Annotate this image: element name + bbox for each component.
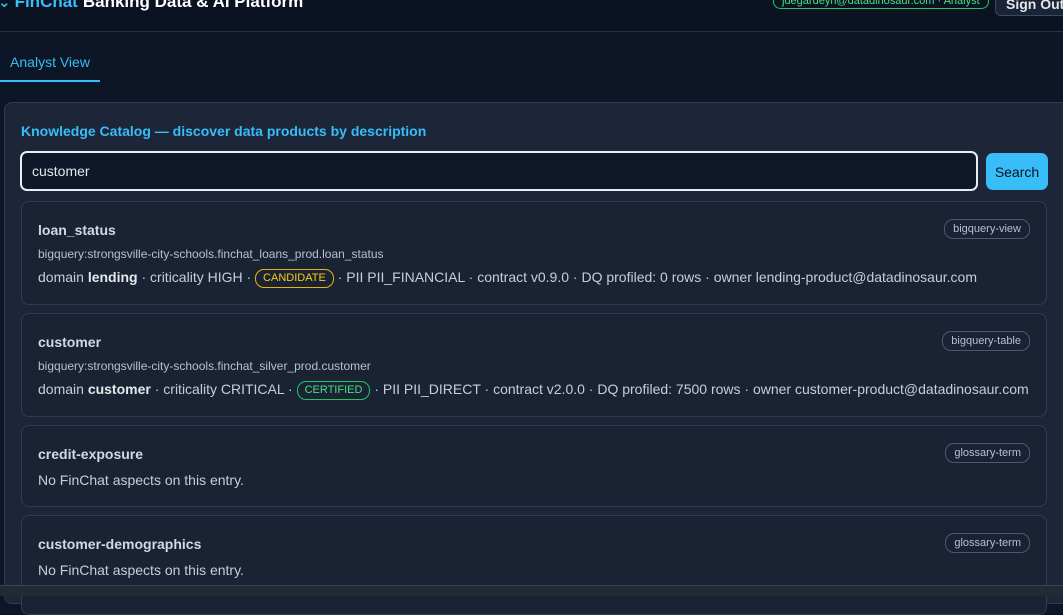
domain-value: lending	[87, 269, 138, 285]
result-path: bigquery:strongsville-city-schools.finch…	[38, 247, 384, 261]
meta-details: · PII PII_FINANCIAL · contract v0.9.0 · …	[337, 269, 977, 285]
search-button[interactable]: Search	[986, 153, 1048, 190]
status-badge: CERTIFIED	[296, 381, 371, 400]
taskbar-strip	[0, 585, 1063, 596]
result-card-customer[interactable]: customer bigquery-table bigquery:strongs…	[21, 313, 1047, 417]
meta-details: · PII PII_DIRECT · contract v2.0.0 · DQ …	[374, 381, 1029, 397]
result-card-loan-status[interactable]: loan_status bigquery-view bigquery:stron…	[21, 201, 1047, 305]
type-badge: bigquery-view	[944, 219, 1030, 239]
no-aspects-text: No FinChat aspects on this entry.	[38, 472, 244, 488]
tab-bar: Analyst View	[0, 32, 1063, 82]
result-card-customer-demographics[interactable]: customer-demographics glossary-term No F…	[21, 515, 1047, 615]
result-title[interactable]: customer-demographics	[38, 536, 201, 552]
search-input[interactable]	[20, 151, 978, 191]
catalog-title: Knowledge Catalog — discover data produc…	[21, 123, 427, 139]
tab-analyst-view[interactable]: Analyst View	[0, 32, 100, 82]
result-title[interactable]: loan_status	[38, 222, 116, 238]
brand-name: FinChat	[14, 0, 78, 11]
result-title[interactable]: customer	[38, 334, 101, 350]
criticality: · criticality HIGH ·	[141, 269, 252, 285]
type-badge: bigquery-table	[942, 331, 1030, 351]
result-meta: domain customer · criticality CRITICAL ·…	[38, 381, 1029, 400]
result-path: bigquery:strongsville-city-schools.finch…	[38, 359, 371, 373]
brand-subtitle: Banking Data & AI Platform	[82, 0, 304, 11]
status-badge: CANDIDATE	[255, 269, 334, 288]
knowledge-catalog-panel: Knowledge Catalog — discover data produc…	[4, 102, 1063, 615]
type-badge: glossary-term	[945, 533, 1030, 553]
domain-value: customer	[87, 381, 151, 397]
domain-label: domain	[38, 269, 84, 285]
brand: ⌄ FinChat Banking Data & AI Platform	[0, 0, 303, 12]
chevron-down-icon: ⌄	[0, 0, 11, 11]
result-meta: domain lending · criticality HIGH · CAND…	[38, 269, 977, 288]
result-card-credit-exposure[interactable]: credit-exposure glossary-term No FinChat…	[21, 425, 1047, 507]
result-title[interactable]: credit-exposure	[38, 446, 143, 462]
domain-label: domain	[38, 381, 84, 397]
no-aspects-text: No FinChat aspects on this entry.	[38, 562, 244, 578]
criticality: · criticality CRITICAL ·	[154, 381, 293, 397]
top-bar: ⌄ FinChat Banking Data & AI Platform jdega…	[0, 0, 1063, 32]
type-badge: glossary-term	[945, 443, 1030, 463]
user-badge: jdegardeyn@datadinosaur.com · Analyst	[773, 0, 989, 9]
sign-out-button[interactable]: Sign Out	[995, 0, 1063, 16]
